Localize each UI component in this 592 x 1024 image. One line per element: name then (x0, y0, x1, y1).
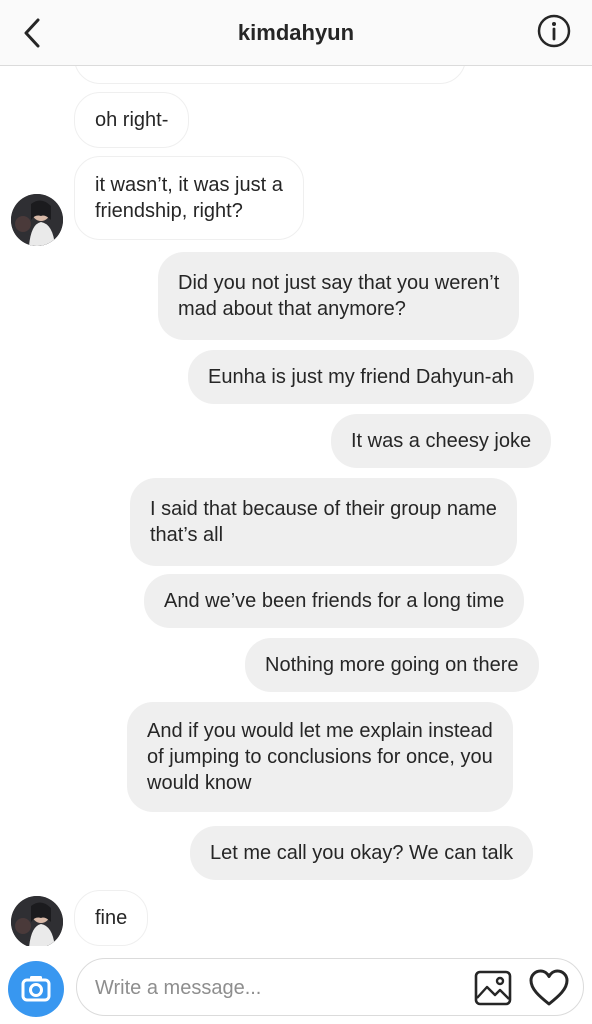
heart-icon (529, 969, 569, 1006)
message-text-line: And if you would let me explain instead (147, 720, 493, 742)
gallery-button[interactable] (473, 969, 513, 1007)
message-text-line: I said that because of their group name (150, 498, 497, 520)
message-thread[interactable]: oh right- it wasn’t, it was just a frien… (0, 66, 592, 946)
message-bubble-incoming[interactable]: it wasn’t, it was just a friendship, rig… (74, 156, 304, 240)
avatar-photo (11, 896, 63, 946)
message-text-line: that’s all (150, 524, 224, 546)
thread-title[interactable]: kimdahyun (0, 20, 592, 46)
message-bubble-outgoing[interactable]: I said that because of their group name … (130, 478, 517, 566)
thread-header: kimdahyun (0, 0, 592, 66)
avatar-photo (11, 194, 63, 246)
message-bubble-outgoing[interactable]: Let me call you okay? We can talk (190, 826, 534, 880)
message-bubble-outgoing[interactable]: Nothing more going on there (245, 638, 539, 692)
camera-button[interactable] (8, 961, 64, 1017)
message-composer (76, 958, 584, 1017)
message-text-line: would know (147, 772, 252, 794)
message-text: Let me call you okay? We can talk (210, 842, 514, 864)
info-icon (537, 14, 571, 48)
message-text: And we’ve been friends for a long time (164, 590, 505, 612)
message-bubble-outgoing[interactable]: Did you not just say that you weren’t ma… (158, 252, 520, 340)
info-button[interactable] (536, 13, 572, 49)
message-text-line: friendship, right? (95, 200, 243, 222)
message-text: Eunha is just my friend Dahyun-ah (208, 366, 514, 388)
avatar[interactable] (11, 194, 63, 246)
message-input[interactable] (93, 959, 467, 1017)
message-bubble-incoming[interactable]: oh right- (74, 92, 190, 148)
message-bubble-outgoing[interactable]: And if you would let me explain instead … (127, 702, 513, 812)
message-bubble-outgoing[interactable]: It was a cheesy joke (331, 414, 552, 468)
message-text: fine (95, 907, 128, 929)
message-text-line: Did you not just say that you weren’t (178, 272, 500, 294)
avatar[interactable] (11, 896, 63, 946)
camera-icon (21, 976, 51, 1002)
message-bubble-clipped (74, 66, 466, 84)
message-text: It was a cheesy joke (351, 430, 532, 452)
message-bubble-incoming[interactable]: fine (74, 890, 149, 946)
message-bubble-outgoing[interactable]: And we’ve been friends for a long time (144, 574, 525, 628)
image-icon (474, 970, 512, 1006)
message-text: Nothing more going on there (265, 654, 519, 676)
message-text-line: it wasn’t, it was just a (95, 174, 283, 196)
message-bubble-outgoing[interactable]: Eunha is just my friend Dahyun-ah (188, 350, 534, 404)
message-text-line: mad about that anymore? (178, 298, 406, 320)
like-button[interactable] (527, 967, 571, 1009)
message-text-line: of jumping to conclusions for once, you (147, 746, 493, 768)
message-text: oh right- (95, 109, 169, 131)
